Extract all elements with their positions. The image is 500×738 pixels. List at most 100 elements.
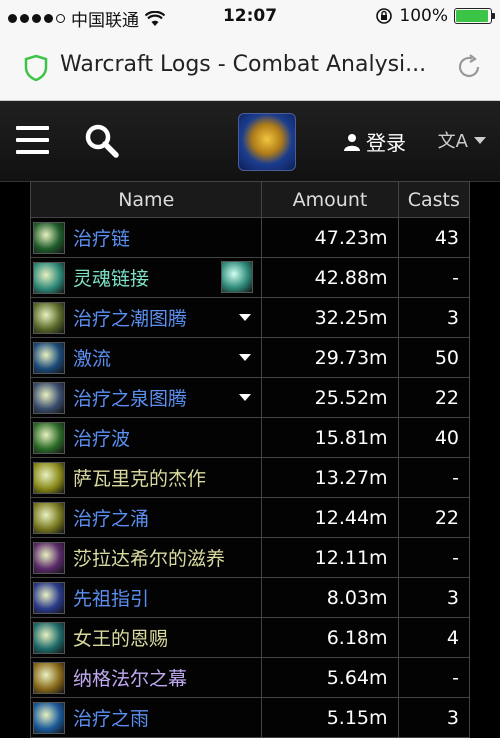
column-header-amount[interactable]: Amount	[261, 181, 399, 218]
status-right: 100%	[375, 6, 495, 26]
spell-name-cell[interactable]: 纳格法尔之幕	[29, 657, 263, 698]
spell-label[interactable]: 灵魂链接	[73, 264, 149, 291]
table-row[interactable]: 灵魂链接 42.88m -	[29, 257, 471, 298]
spell-label[interactable]: 治疗波	[73, 424, 130, 451]
spell-name-cell[interactable]: 灵魂链接	[29, 257, 263, 298]
casts-cell: 3	[397, 297, 471, 338]
casts-cell: 4	[397, 617, 471, 658]
spell-label[interactable]: 治疗之潮图腾	[73, 304, 187, 331]
spell-name-cell[interactable]: 治疗之涌	[29, 497, 263, 538]
table-row[interactable]: 治疗之潮图腾 32.25m 3	[29, 297, 471, 338]
spell-name-cell[interactable]: 治疗之潮图腾	[29, 297, 263, 338]
spell-name-cell[interactable]: 女王的恩赐	[29, 617, 263, 658]
table-row[interactable]: 纳格法尔之幕 5.64m -	[29, 657, 471, 698]
hamburger-menu-icon[interactable]	[16, 126, 49, 162]
nourish-icon	[33, 541, 65, 574]
casts-cell: 43	[397, 217, 471, 258]
spell-name-cell[interactable]: 萨瓦里克的杰作	[29, 457, 263, 498]
spell-name-wrapper: 激流	[31, 339, 261, 376]
spell-name-wrapper: 治疗波	[31, 419, 261, 456]
spell-name-cell[interactable]: 治疗之泉图腾	[29, 377, 263, 418]
casts-cell: 3	[397, 697, 471, 738]
expand-chevron-down-icon[interactable]	[239, 394, 252, 401]
spell-name-wrapper: 治疗之涌	[31, 499, 261, 536]
status-bar: 中国联通 12:07 100%	[0, 0, 500, 32]
spell-name-wrapper: 先祖指引	[31, 579, 261, 616]
reload-icon[interactable]	[454, 52, 484, 82]
amount-cell: 13.27m	[261, 457, 399, 498]
table-row[interactable]: 激流 29.73m 50	[29, 337, 471, 378]
casts-cell: 50	[397, 337, 471, 378]
spell-label[interactable]: 女王的恩赐	[73, 624, 168, 651]
search-icon[interactable]	[84, 123, 120, 159]
amount-cell: 5.15m	[261, 697, 399, 738]
browser-address-bar[interactable]: Warcraft Logs - Combat Analysi...	[0, 32, 500, 101]
user-icon	[344, 133, 360, 151]
amount-cell: 32.25m	[261, 297, 399, 338]
chevron-down-icon	[474, 136, 486, 144]
spell-name-cell[interactable]: 治疗链	[29, 217, 263, 258]
naglfar-shroud-icon	[33, 661, 65, 694]
amount-cell: 47.23m	[261, 217, 399, 258]
chain-heal-icon	[33, 221, 65, 254]
table-row[interactable]: 治疗之雨 5.15m 3	[29, 697, 471, 738]
login-link[interactable]: 登录	[344, 127, 406, 156]
spell-label[interactable]: 治疗链	[73, 224, 130, 251]
spell-label[interactable]: 纳格法尔之幕	[73, 664, 187, 691]
battery-percent: 100%	[399, 6, 448, 26]
casts-cell: -	[397, 457, 471, 498]
spell-label[interactable]: 先祖指引	[73, 584, 149, 611]
alliance-crest-logo[interactable]	[238, 113, 296, 171]
casts-cell: 40	[397, 417, 471, 458]
spell-label[interactable]: 萨瓦里克的杰作	[73, 464, 206, 491]
spell-name-wrapper: 治疗之雨	[31, 699, 261, 736]
amount-cell: 25.52m	[261, 377, 399, 418]
healing-tide-totem-icon	[33, 301, 65, 334]
table-row[interactable]: 治疗之涌 12.44m 22	[29, 497, 471, 538]
secure-shield-icon	[24, 54, 48, 82]
amount-cell: 12.44m	[261, 497, 399, 538]
spell-name-wrapper: 莎拉达希尔的滋养	[31, 539, 261, 576]
healing-table: Name Amount Casts 治疗链 47.23m 43 灵魂链接 42.88m -…	[29, 181, 471, 738]
table-row[interactable]: 莎拉达希尔的滋养 12.11m -	[29, 537, 471, 578]
table-row[interactable]: 治疗波 15.81m 40	[29, 417, 471, 458]
page-title[interactable]: Warcraft Logs - Combat Analysi...	[60, 52, 440, 77]
column-header-casts[interactable]: Casts	[397, 181, 471, 218]
battery-icon	[454, 8, 495, 24]
spell-label[interactable]: 治疗之泉图腾	[73, 384, 187, 411]
spell-name-cell[interactable]: 治疗波	[29, 417, 263, 458]
amount-cell: 15.81m	[261, 417, 399, 458]
spell-name-cell[interactable]: 激流	[29, 337, 263, 378]
spell-name-wrapper: 治疗之泉图腾	[31, 379, 261, 416]
expand-chevron-down-icon[interactable]	[239, 354, 252, 361]
casts-cell: -	[397, 657, 471, 698]
spell-name-cell[interactable]: 治疗之雨	[29, 697, 263, 738]
amount-cell: 5.64m	[261, 657, 399, 698]
table-row[interactable]: 女王的恩赐 6.18m 4	[29, 617, 471, 658]
column-header-name[interactable]: Name	[29, 181, 263, 218]
amount-cell: 6.18m	[261, 617, 399, 658]
trinket-icon	[33, 461, 65, 494]
spell-name-cell[interactable]: 莎拉达希尔的滋养	[29, 537, 263, 578]
spirit-link-icon	[33, 261, 65, 294]
table-row[interactable]: 治疗之泉图腾 25.52m 22	[29, 377, 471, 418]
spell-name-cell[interactable]: 先祖指引	[29, 577, 263, 618]
spell-label[interactable]: 激流	[73, 344, 111, 371]
spell-label[interactable]: 治疗之涌	[73, 504, 149, 531]
table-row[interactable]: 先祖指引 8.03m 3	[29, 577, 471, 618]
spell-label[interactable]: 治疗之雨	[73, 704, 149, 731]
amount-cell: 8.03m	[261, 577, 399, 618]
healing-stream-totem-icon	[33, 381, 65, 414]
table-row[interactable]: 萨瓦里克的杰作 13.27m -	[29, 457, 471, 498]
table-row[interactable]: 治疗链 47.23m 43	[29, 217, 471, 258]
casts-cell: -	[397, 257, 471, 298]
riptide-icon	[33, 341, 65, 374]
spell-label[interactable]: 莎拉达希尔的滋养	[73, 544, 225, 571]
expand-chevron-down-icon[interactable]	[239, 314, 252, 321]
healing-rain-icon	[33, 701, 65, 734]
language-selector[interactable]: 文A	[438, 127, 486, 153]
linked-spell-icon	[221, 261, 254, 293]
spell-name-wrapper: 灵魂链接	[31, 259, 261, 296]
amount-cell: 29.73m	[261, 337, 399, 378]
spell-name-wrapper: 女王的恩赐	[31, 619, 261, 656]
